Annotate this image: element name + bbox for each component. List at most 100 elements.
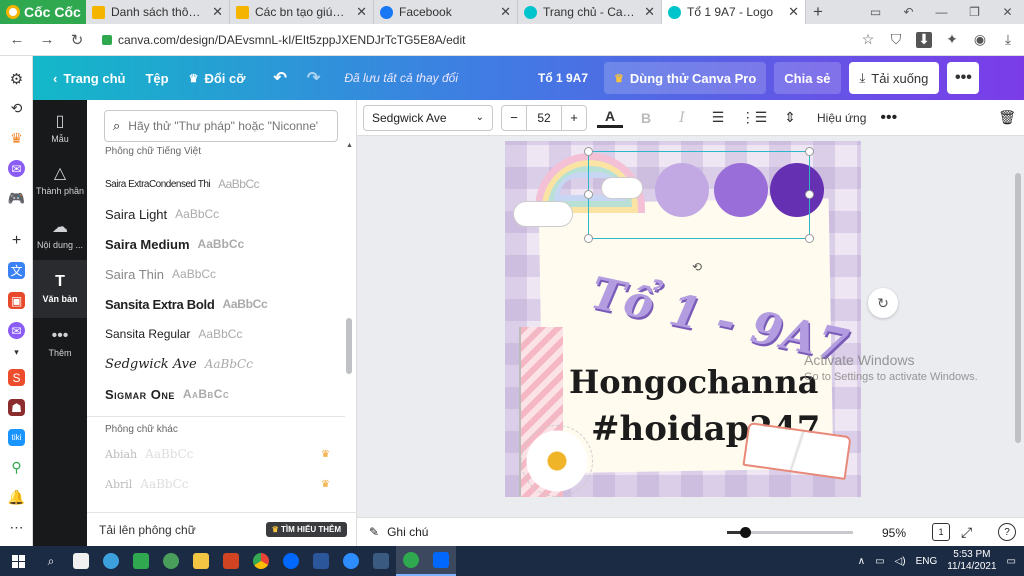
- restore-icon[interactable]: ❐: [958, 0, 991, 24]
- shopee-icon[interactable]: S: [8, 369, 25, 386]
- messenger-icon[interactable]: ✉: [8, 160, 25, 177]
- coccoc-app-icon[interactable]: [396, 546, 426, 576]
- tab-close-icon[interactable]: ✕: [500, 4, 511, 20]
- resize-button[interactable]: ♛ Đổi cỡ: [179, 62, 256, 94]
- nav-uploads[interactable]: ☁ Nội dung ...: [33, 206, 87, 264]
- resize-handle[interactable]: [805, 234, 814, 243]
- folder-icon[interactable]: [186, 546, 216, 576]
- clock[interactable]: 5:53 PM 11/14/2021: [947, 549, 996, 573]
- shield-icon[interactable]: ⛉: [888, 31, 904, 48]
- italic-button[interactable]: I: [669, 105, 695, 131]
- chevron-up-icon[interactable]: ∧: [858, 556, 865, 567]
- word-icon[interactable]: [306, 546, 336, 576]
- messenger-2-icon[interactable]: ✉: [8, 322, 25, 339]
- font-option-pro[interactable]: Abril AaBbCc ♛: [105, 472, 330, 496]
- browser-tab[interactable]: Trang chủ - Canva ✕: [518, 0, 662, 24]
- nav-elements[interactable]: △ Thành phần: [33, 152, 87, 210]
- language-indicator[interactable]: ENG: [916, 556, 938, 567]
- decrease-size-button[interactable]: −: [502, 110, 526, 125]
- minimize-icon[interactable]: —: [925, 0, 958, 24]
- back-icon[interactable]: ←: [8, 31, 26, 48]
- tab-close-icon[interactable]: ✕: [644, 4, 655, 20]
- forward-icon[interactable]: →: [38, 31, 56, 48]
- powerpoint-icon[interactable]: [216, 546, 246, 576]
- nav-templates[interactable]: ▯ Mẫu: [33, 100, 87, 158]
- crown-icon[interactable]: ♛: [8, 130, 25, 147]
- scrollbar-thumb[interactable]: [346, 318, 352, 374]
- more-options-button[interactable]: •••: [947, 62, 980, 94]
- volume-icon[interactable]: ◁): [895, 556, 906, 567]
- meet-icon[interactable]: [336, 546, 366, 576]
- settings-icon[interactable]: ⚙: [8, 70, 25, 88]
- selection-box[interactable]: [584, 147, 814, 243]
- history-icon[interactable]: ⟲: [8, 100, 25, 117]
- resize-handle[interactable]: [584, 190, 593, 199]
- cast-icon[interactable]: ▭: [859, 0, 892, 24]
- align-center-icon[interactable]: ☰: [705, 105, 731, 131]
- tab-close-icon[interactable]: ✕: [788, 4, 799, 20]
- office-icon[interactable]: ▣: [8, 292, 25, 309]
- font-option[interactable]: Sansita Regular AaBbCc: [105, 322, 330, 346]
- tiki-icon[interactable]: tiki: [8, 429, 25, 446]
- bookmark-star-icon[interactable]: ☆: [860, 31, 876, 48]
- network-icon[interactable]: ▭: [875, 556, 884, 567]
- font-option[interactable]: Saira ExtraCondensed Thi AaBbCc: [105, 172, 330, 196]
- settings-app-icon[interactable]: [366, 546, 396, 576]
- resize-handle[interactable]: [805, 190, 814, 199]
- resize-handle[interactable]: [584, 147, 593, 156]
- undo-button[interactable]: ↶: [264, 62, 297, 94]
- font-option[interactable]: Saira Thin AaBbCc: [105, 262, 330, 286]
- browser-tab[interactable]: Facebook ✕: [374, 0, 518, 24]
- notification-icon[interactable]: ▭: [1007, 556, 1016, 567]
- notification-bell-icon[interactable]: 🔔: [8, 489, 25, 506]
- canvas-scrollbar[interactable]: [1014, 137, 1022, 517]
- effects-button[interactable]: Hiệu ứng: [817, 111, 866, 125]
- scroll-up-icon[interactable]: ▲: [346, 142, 353, 149]
- profile-icon[interactable]: ◉: [972, 31, 988, 48]
- panel-scrollbar[interactable]: ▲: [346, 142, 353, 502]
- notes-button[interactable]: ✎ Ghi chú: [369, 525, 428, 539]
- browser-logo[interactable]: Cốc Cốc: [0, 0, 86, 24]
- chrome-icon[interactable]: [246, 546, 276, 576]
- new-tab-button[interactable]: +: [806, 0, 830, 24]
- game-app-icon[interactable]: [156, 546, 186, 576]
- page-count-button[interactable]: 1: [932, 523, 950, 541]
- toolbar-more-icon[interactable]: •••: [880, 109, 897, 127]
- download-button[interactable]: ⤓ Tải xuống: [848, 62, 940, 94]
- browser-tab[interactable]: Danh sách thông báo ✕: [86, 0, 230, 24]
- zoom-slider-knob[interactable]: [739, 527, 751, 538]
- game-avatar-icon[interactable]: ☗: [8, 399, 25, 416]
- font-option-pro[interactable]: Abiah AaBbCc ♛: [105, 442, 330, 466]
- font-search-box[interactable]: ⌕: [104, 110, 338, 142]
- translate-icon[interactable]: 文: [8, 262, 25, 279]
- cloud-graphic[interactable]: [513, 201, 573, 227]
- photo-app-icon[interactable]: [126, 546, 156, 576]
- chevron-down-icon[interactable]: ▾: [8, 344, 25, 361]
- download-icon[interactable]: ⬇: [916, 31, 932, 48]
- trash-icon[interactable]: 🗑: [998, 109, 1016, 126]
- increase-size-button[interactable]: +: [562, 110, 586, 125]
- redo-button[interactable]: ↷: [297, 62, 330, 94]
- browser-tab[interactable]: Các bn tạo giúp mik ✕: [230, 0, 374, 24]
- file-menu-button[interactable]: Tệp: [135, 62, 178, 94]
- learn-more-button[interactable]: ♛ TÌM HIỂU THÊM: [265, 522, 347, 537]
- back-history-icon[interactable]: ↶: [892, 0, 925, 24]
- more-options-icon[interactable]: ⋯: [8, 519, 25, 536]
- font-search-input[interactable]: [128, 119, 319, 133]
- font-option[interactable]: Sedgwick Ave AaBbCc: [105, 352, 330, 376]
- share-button[interactable]: Chia sẻ: [774, 62, 841, 94]
- zalo-icon[interactable]: [276, 546, 306, 576]
- font-option[interactable]: Saira Light AaBbCc: [105, 202, 330, 226]
- document-title[interactable]: Tổ 1 9A7: [538, 71, 588, 85]
- zoom-value[interactable]: 95%: [882, 526, 906, 540]
- tab-close-icon[interactable]: ✕: [356, 4, 367, 20]
- font-option[interactable]: Saira Medium AaBbCc: [105, 232, 330, 256]
- search-icon[interactable]: ⌕: [36, 546, 66, 576]
- try-pro-button[interactable]: ♛ Dùng thử Canva Pro: [604, 62, 767, 94]
- upload-font-link[interactable]: Tải lên phông chữ: [99, 523, 196, 537]
- zalo-app-icon[interactable]: [426, 546, 456, 576]
- resize-handle[interactable]: [805, 147, 814, 156]
- map-pin-icon[interactable]: ⚲: [8, 459, 25, 476]
- refresh-icon[interactable]: ↻: [868, 288, 898, 318]
- rotate-icon[interactable]: ⟲: [692, 260, 702, 274]
